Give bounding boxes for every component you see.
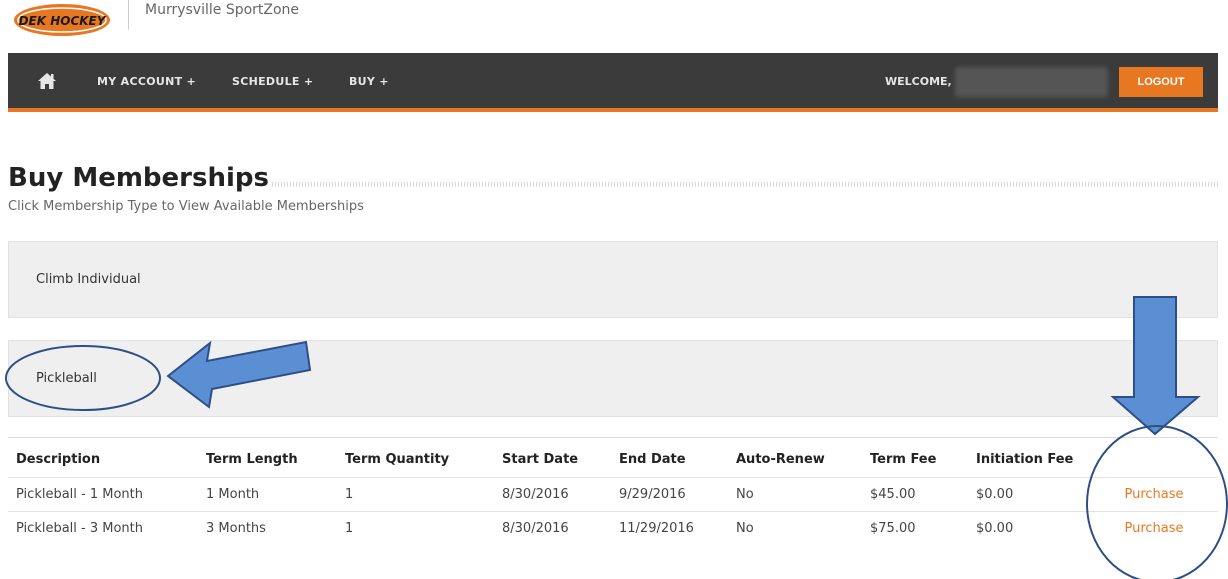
membership-type-climb-individual[interactable]: Climb Individual xyxy=(8,241,1218,318)
svg-text:DEK HOCKEY: DEK HOCKEY xyxy=(19,14,107,28)
logout-button[interactable]: LOGOUT xyxy=(1119,67,1203,97)
membership-type-pickleball[interactable]: Pickleball xyxy=(8,340,1218,417)
cell-term-fee: $75.00 xyxy=(862,511,968,546)
cell-auto-renew: No xyxy=(728,477,862,512)
cell-term-length: 3 Months xyxy=(198,511,337,546)
column-header-term-fee: Term Fee xyxy=(862,437,968,478)
cell-description: Pickleball - 3 Month xyxy=(8,511,198,546)
welcome-label: WELCOME, xyxy=(885,75,952,88)
column-header-initiation-fee: Initiation Fee xyxy=(968,437,1090,478)
table-row: Pickleball - 3 Month 3 Months 1 8/30/201… xyxy=(8,511,1218,546)
main-nav: MY ACCOUNT + SCHEDULE + BUY + WELCOME, L… xyxy=(8,53,1218,112)
redacted-username xyxy=(955,67,1108,97)
column-header-end-date: End Date xyxy=(611,437,728,478)
nav-my-account[interactable]: MY ACCOUNT + xyxy=(97,75,196,88)
cell-action: Purchase xyxy=(1090,511,1218,546)
column-header-term-length: Term Length xyxy=(198,437,337,478)
home-icon[interactable] xyxy=(36,71,58,91)
memberships-table: Description Term Length Term Quantity St… xyxy=(8,437,1218,546)
cell-action: Purchase xyxy=(1090,477,1218,512)
cell-term-quantity: 1 xyxy=(337,477,494,512)
cell-end-date: 9/29/2016 xyxy=(611,477,728,512)
cell-start-date: 8/30/2016 xyxy=(494,477,611,512)
membership-type-label: Climb Individual xyxy=(36,272,141,287)
column-header-action xyxy=(1090,437,1218,478)
membership-type-label: Pickleball xyxy=(36,371,97,386)
nav-schedule[interactable]: SCHEDULE + xyxy=(232,75,313,88)
table-header-row: Description Term Length Term Quantity St… xyxy=(8,437,1218,478)
cell-initiation-fee: $0.00 xyxy=(968,477,1090,512)
site-header: DEK HOCKEY Murrysville SportZone xyxy=(0,0,1228,52)
cell-initiation-fee: $0.00 xyxy=(968,511,1090,546)
cell-end-date: 11/29/2016 xyxy=(611,511,728,546)
purchase-link[interactable]: Purchase xyxy=(1124,521,1183,536)
cell-term-length: 1 Month xyxy=(198,477,337,512)
table-row: Pickleball - 1 Month 1 Month 1 8/30/2016… xyxy=(8,477,1218,512)
purchase-link[interactable]: Purchase xyxy=(1124,487,1183,502)
cell-description: Pickleball - 1 Month xyxy=(8,477,198,512)
site-name: Murrysville SportZone xyxy=(145,2,300,18)
cell-term-fee: $45.00 xyxy=(862,477,968,512)
column-header-start-date: Start Date xyxy=(494,437,611,478)
cell-term-quantity: 1 xyxy=(337,511,494,546)
dek-hockey-logo[interactable]: DEK HOCKEY xyxy=(10,0,114,40)
cell-auto-renew: No xyxy=(728,511,862,546)
title-divider xyxy=(272,182,1218,187)
page-subtitle: Click Membership Type to View Available … xyxy=(8,199,364,214)
cell-start-date: 8/30/2016 xyxy=(494,511,611,546)
page-title: Buy Memberships xyxy=(8,163,269,193)
column-header-description: Description xyxy=(8,437,198,478)
nav-buy[interactable]: BUY + xyxy=(349,75,389,88)
column-header-auto-renew: Auto-Renew xyxy=(728,437,862,478)
header-divider xyxy=(128,0,129,30)
column-header-term-quantity: Term Quantity xyxy=(337,437,494,478)
